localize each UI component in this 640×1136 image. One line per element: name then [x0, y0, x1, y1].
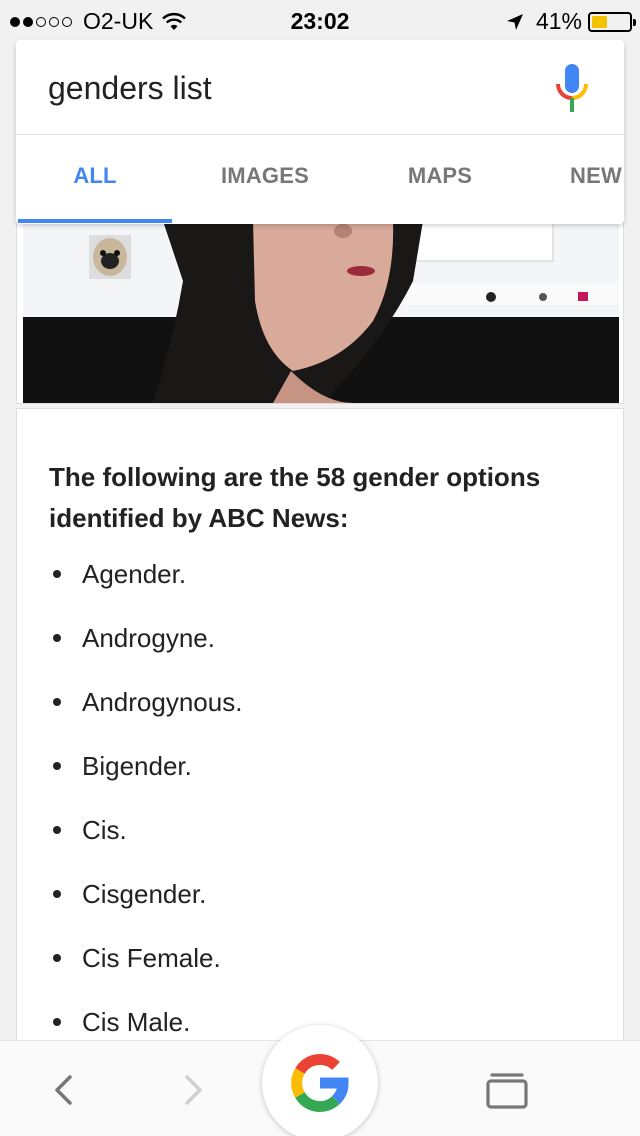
- battery-percent: 41%: [535, 8, 582, 34]
- list-item: Cis.: [49, 813, 591, 877]
- bottom-toolbar: [0, 1025, 640, 1136]
- bullet-icon: [53, 826, 61, 834]
- status-right: 41%: [506, 8, 636, 35]
- tab-news[interactable]: NEW: [570, 163, 624, 189]
- list-item-label: Androgynous.: [82, 687, 243, 717]
- tab-all[interactable]: ALL: [16, 163, 174, 189]
- list-item: Bigender.: [49, 749, 591, 813]
- list-item-label: Cisgender.: [82, 879, 207, 909]
- google-g-icon: [291, 1054, 349, 1112]
- featured-snippet-card: The following are the 58 gender options …: [16, 408, 624, 1048]
- chevron-right-icon[interactable]: [180, 1073, 206, 1107]
- status-bar: O2-UK 23:02 41%: [0, 0, 640, 40]
- snippet-heading: The following are the 58 gender options …: [49, 462, 541, 533]
- chevron-left-icon[interactable]: [50, 1073, 76, 1107]
- list-item-label: Cis.: [82, 815, 127, 845]
- active-tab-indicator: [18, 219, 172, 223]
- search-tabs: ALL IMAGES MAPS NEW: [16, 135, 624, 223]
- battery-level: [592, 15, 607, 28]
- list-item-label: Cis Female.: [82, 943, 221, 973]
- bullet-icon: [53, 698, 61, 706]
- list-item: Cis Female.: [49, 941, 591, 1005]
- google-home-button[interactable]: [262, 1025, 378, 1136]
- search-bar: [16, 40, 624, 135]
- result-image-card[interactable]: [16, 220, 624, 404]
- list-item-label: Androgyne.: [82, 623, 215, 653]
- bullet-icon: [53, 634, 61, 642]
- list-item-label: Bigender.: [82, 751, 192, 781]
- list-item-label: Cis Male.: [82, 1007, 191, 1037]
- tab-images[interactable]: IMAGES: [186, 163, 344, 189]
- list-item: Agender.: [49, 557, 591, 621]
- gender-options-list: Agender. Androgyne. Androgynous. Bigender. C…: [49, 557, 591, 1069]
- location-arrow-icon: [506, 13, 523, 30]
- bullet-icon: [53, 890, 61, 898]
- search-card: ALL IMAGES MAPS NEW: [16, 40, 624, 224]
- list-item: Cisgender.: [49, 877, 591, 941]
- bullet-icon: [53, 570, 61, 578]
- bullet-icon: [53, 762, 61, 770]
- search-input[interactable]: [48, 68, 528, 108]
- microphone-icon[interactable]: [554, 64, 590, 114]
- list-item: Androgynous.: [49, 685, 591, 749]
- battery-icon: [588, 11, 636, 32]
- result-photo: [23, 221, 619, 403]
- list-item-label: Agender.: [82, 559, 187, 589]
- list-item: Androgyne.: [49, 621, 591, 685]
- bullet-icon: [53, 954, 61, 962]
- bullet-icon: [53, 1018, 61, 1026]
- tabs-icon[interactable]: [484, 1071, 530, 1109]
- tab-maps[interactable]: MAPS: [360, 163, 520, 189]
